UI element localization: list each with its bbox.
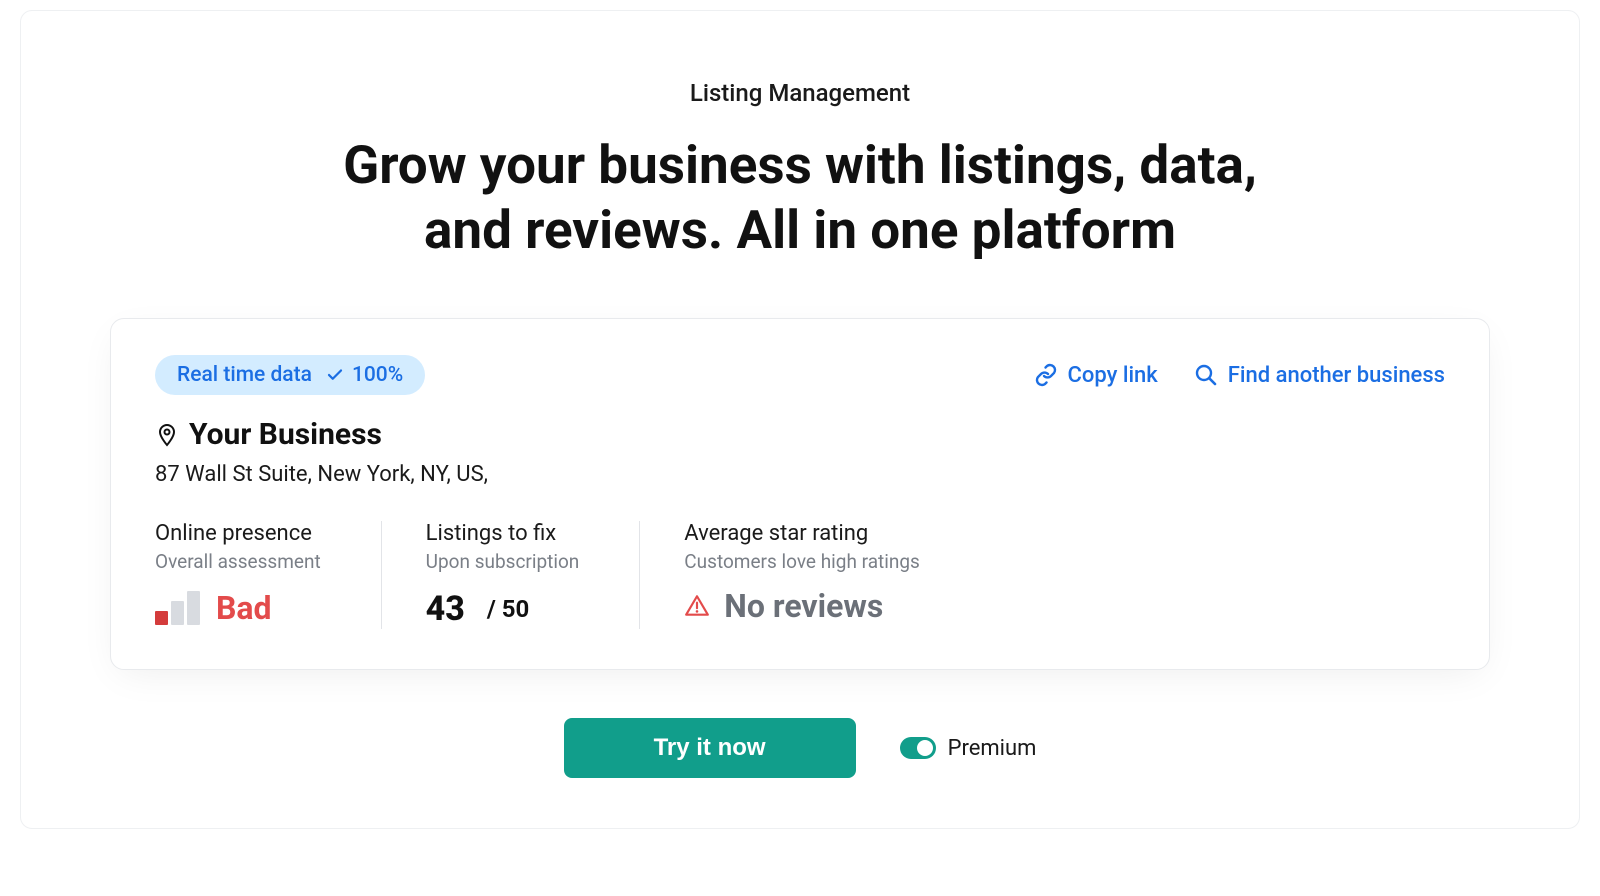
metric-value-row: No reviews bbox=[684, 587, 920, 625]
realtime-data-pill: Real time data 100% bbox=[155, 355, 425, 395]
cta-row: Try it now Premium bbox=[61, 718, 1539, 778]
metric-listings-to-fix: Listings to fix Upon subscription 43 / 5… bbox=[381, 521, 640, 629]
header-block: Listing Management Grow your business wi… bbox=[61, 79, 1539, 262]
metric-average-rating: Average star rating Customers love high … bbox=[639, 521, 980, 629]
metric-title: Online presence bbox=[155, 521, 321, 546]
card-top-row: Real time data 100% Copy link bbox=[155, 355, 1445, 395]
try-it-now-button[interactable]: Try it now bbox=[564, 718, 856, 778]
warning-triangle-icon bbox=[684, 593, 710, 619]
metric-title: Listings to fix bbox=[426, 521, 580, 546]
metrics-row: Online presence Overall assessment Bad L… bbox=[155, 521, 1445, 629]
business-name-row: Your Business bbox=[155, 417, 1445, 452]
metric-online-presence: Online presence Overall assessment Bad bbox=[155, 521, 381, 629]
eyebrow-label: Listing Management bbox=[61, 79, 1539, 107]
copy-link-button[interactable]: Copy link bbox=[1034, 363, 1158, 388]
link-icon bbox=[1034, 363, 1058, 387]
search-icon bbox=[1194, 363, 1218, 387]
signal-bars-icon bbox=[155, 591, 200, 625]
metric-value-row: Bad bbox=[155, 589, 321, 627]
business-address: 87 Wall St Suite, New York, NY, US, bbox=[155, 462, 1445, 487]
listings-value: 43 bbox=[426, 589, 465, 629]
presence-value: Bad bbox=[216, 589, 272, 627]
map-pin-icon bbox=[155, 423, 179, 447]
pill-percent: 100% bbox=[352, 363, 403, 387]
metric-title: Average star rating bbox=[684, 521, 920, 546]
premium-toggle[interactable] bbox=[900, 737, 936, 759]
card-actions: Copy link Find another business bbox=[1034, 363, 1446, 388]
premium-toggle-wrap: Premium bbox=[900, 736, 1037, 761]
metric-subtitle: Overall assessment bbox=[155, 550, 321, 573]
rating-value: No reviews bbox=[724, 587, 883, 625]
hero-title: Grow your business with listings, data, … bbox=[300, 133, 1300, 262]
metric-value-row: 43 / 50 bbox=[426, 589, 580, 629]
premium-label: Premium bbox=[948, 736, 1037, 761]
metric-subtitle: Upon subscription bbox=[426, 550, 580, 573]
find-another-business-button[interactable]: Find another business bbox=[1194, 363, 1445, 388]
business-card: Real time data 100% Copy link bbox=[110, 318, 1490, 670]
check-icon bbox=[326, 366, 344, 384]
copy-link-label: Copy link bbox=[1068, 363, 1158, 388]
business-name: Your Business bbox=[189, 417, 382, 452]
find-another-label: Find another business bbox=[1228, 363, 1445, 388]
pill-percent-wrap: 100% bbox=[326, 363, 403, 387]
landing-page: Listing Management Grow your business wi… bbox=[20, 10, 1580, 829]
metric-subtitle: Customers love high ratings bbox=[684, 550, 920, 573]
listings-total: / 50 bbox=[487, 595, 529, 623]
pill-label: Real time data bbox=[177, 363, 312, 387]
